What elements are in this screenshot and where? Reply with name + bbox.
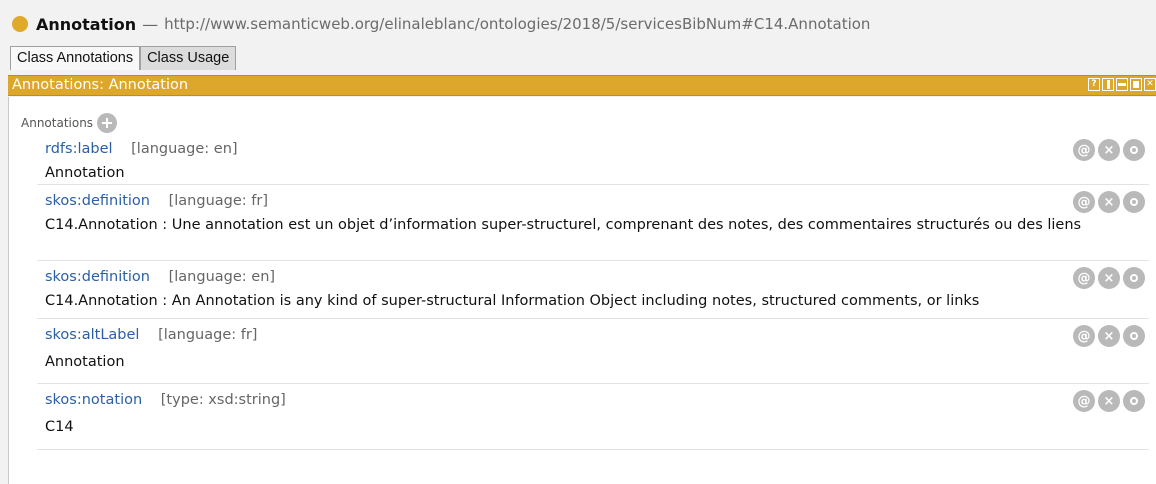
class-icon [12, 16, 28, 32]
annotations-header: Annotations [21, 113, 118, 133]
annotate-icon[interactable]: @ [1073, 325, 1095, 347]
row-actions: @ × [1070, 139, 1145, 161]
title-separator: — [142, 14, 159, 34]
annotation-row[interactable]: skos:definition [language: en] C14.Annot… [37, 261, 1149, 319]
tab-bar: Class Annotations Class Usage [10, 46, 237, 70]
delete-icon[interactable]: × [1098, 267, 1120, 289]
annotation-value: C14.Annotation : Une annotation est un o… [45, 217, 1082, 233]
tab-class-annotations[interactable]: Class Annotations [10, 46, 141, 70]
annotation-qualifier: [language: en] [131, 141, 238, 157]
entity-title: Annotation — http://www.semanticweb.org/… [12, 13, 870, 35]
edit-circle-icon[interactable] [1123, 267, 1145, 289]
title-bar: Annotation — http://www.semanticweb.org/… [0, 0, 1156, 46]
annotation-row-head: rdfs:label [language: en] [45, 141, 238, 157]
annotation-value: Annotation [45, 354, 125, 370]
view-title: Annotations: Annotation [12, 77, 189, 93]
close-icon[interactable]: ✕ [1144, 78, 1156, 91]
split-vertical-icon[interactable] [1102, 78, 1114, 91]
row-actions: @ × [1070, 191, 1145, 213]
annotation-row-head: skos:definition [language: fr] [45, 193, 268, 209]
annotation-property[interactable]: skos:notation [45, 392, 142, 408]
annotations-label: Annotations [21, 116, 94, 130]
edit-circle-icon[interactable] [1123, 325, 1145, 347]
annotation-row[interactable]: skos:notation [type: xsd:string] C14 @ × [37, 384, 1149, 450]
annotation-qualifier: [language: fr] [158, 327, 258, 343]
edit-circle-icon[interactable] [1123, 390, 1145, 412]
row-actions: @ × [1070, 267, 1145, 289]
entity-iri: http://www.semanticweb.org/elinaleblanc/… [164, 15, 871, 33]
annotate-icon[interactable]: @ [1073, 390, 1095, 412]
view-controls: ? ✕ [1086, 78, 1156, 91]
maximize-icon[interactable] [1130, 78, 1142, 91]
edit-circle-icon[interactable] [1123, 139, 1145, 161]
delete-icon[interactable]: × [1098, 139, 1120, 161]
annotation-qualifier: [language: en] [168, 269, 276, 285]
annotation-qualifier: [language: fr] [168, 193, 268, 209]
row-actions: @ × [1070, 390, 1145, 412]
annotations-panel: Annotations rdfs:label [language: en] An… [8, 97, 1156, 484]
row-actions: @ × [1070, 325, 1145, 347]
add-annotation-icon[interactable] [97, 113, 118, 133]
annotations-view-header: Annotations: Annotation ? ✕ [8, 75, 1156, 96]
annotation-property[interactable]: skos:definition [45, 269, 150, 285]
annotation-row[interactable]: rdfs:label [language: en] Annotation @ × [37, 133, 1149, 185]
annotate-icon[interactable]: @ [1073, 139, 1095, 161]
annotation-row-head: skos:definition [language: en] [45, 269, 275, 285]
annotation-row[interactable]: skos:definition [language: fr] C14.Annot… [37, 185, 1149, 261]
annotation-property[interactable]: rdfs:label [45, 141, 113, 157]
annotation-qualifier: [type: xsd:string] [160, 392, 286, 408]
annotation-value: C14 [45, 419, 74, 435]
delete-icon[interactable]: × [1098, 191, 1120, 213]
annotation-row-head: skos:altLabel [language: fr] [45, 327, 257, 343]
help-icon[interactable]: ? [1088, 78, 1100, 91]
split-horizontal-icon[interactable] [1116, 78, 1128, 91]
edit-circle-icon[interactable] [1123, 191, 1145, 213]
delete-icon[interactable]: × [1098, 325, 1120, 347]
annotate-icon[interactable]: @ [1073, 191, 1095, 213]
annotate-icon[interactable]: @ [1073, 267, 1095, 289]
annotation-property[interactable]: skos:altLabel [45, 327, 139, 343]
annotation-row-head: skos:notation [type: xsd:string] [45, 392, 286, 408]
annotation-value: C14.Annotation : An Annotation is any ki… [45, 293, 980, 309]
annotation-property[interactable]: skos:definition [45, 193, 150, 209]
annotation-row[interactable]: skos:altLabel [language: fr] Annotation … [37, 319, 1149, 384]
tab-class-usage[interactable]: Class Usage [140, 46, 237, 70]
delete-icon[interactable]: × [1098, 390, 1120, 412]
annotation-value: Annotation [45, 165, 125, 181]
annotation-list: rdfs:label [language: en] Annotation @ ×… [9, 133, 1156, 450]
entity-name: Annotation [36, 14, 137, 34]
